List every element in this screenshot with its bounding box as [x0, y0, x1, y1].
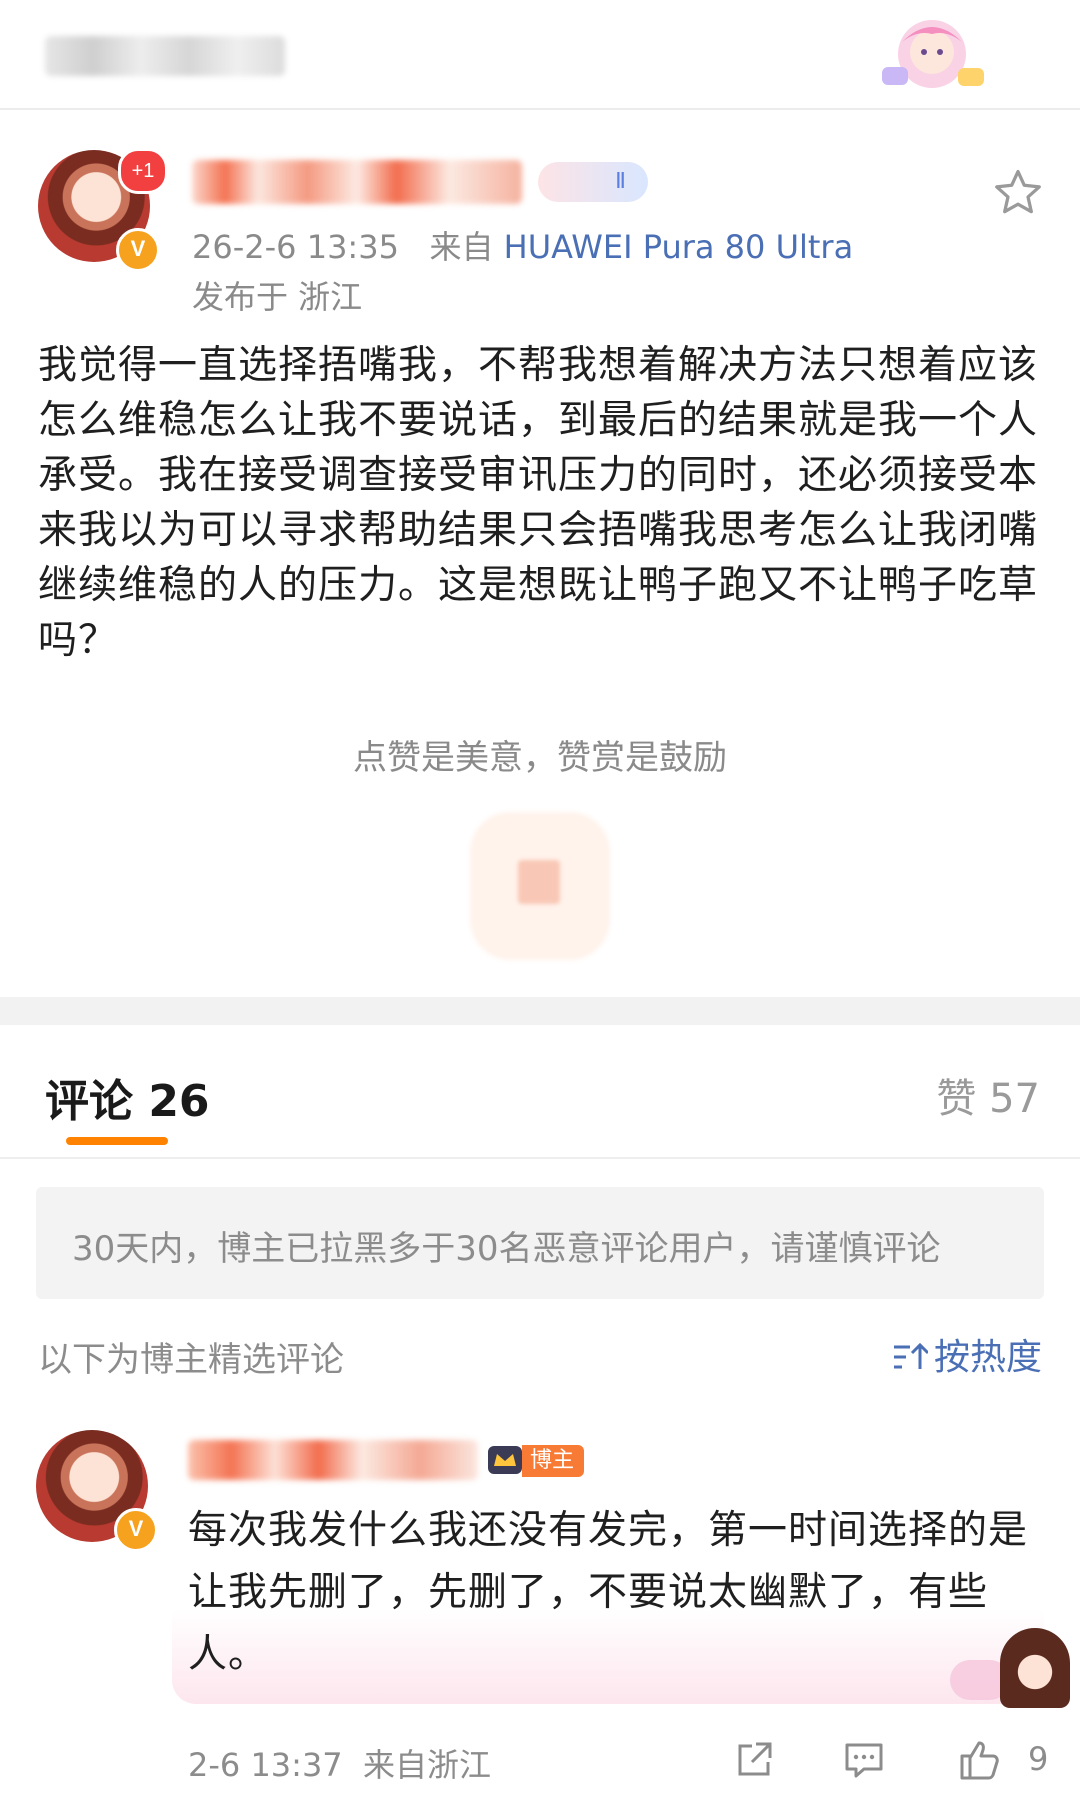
top-bar — [0, 0, 1080, 110]
sort-icon — [893, 1342, 928, 1369]
reply-icon[interactable] — [842, 1738, 886, 1782]
tab-comments[interactable]: 评论 26 — [45, 1065, 210, 1129]
share-icon[interactable] — [732, 1738, 776, 1782]
section-divider — [0, 997, 1080, 1025]
reward-prompt: 点赞是美意，赞赏是鼓励 — [353, 738, 727, 778]
author-name-blurred[interactable] — [192, 160, 522, 204]
post-time: 26-2-6 13:35 — [192, 228, 399, 266]
notification-badge: +1 — [118, 148, 168, 194]
reward-icon — [518, 860, 560, 904]
like-icon[interactable] — [958, 1738, 1002, 1782]
selected-comments-label: 以下为博主精选评论 — [38, 1340, 344, 1380]
favorite-star-icon[interactable] — [990, 165, 1046, 221]
post-text: 我觉得一直选择捂嘴我，不帮我想着解决方法只想着应该怎么维稳怎么让我不要说话，到最… — [38, 343, 1039, 663]
tab-likes[interactable]: 赞 57 — [936, 1066, 1040, 1124]
decoration-sticker — [882, 20, 984, 88]
post-location: 发布于 浙江 — [192, 278, 363, 316]
crown-icon — [488, 1446, 522, 1474]
comment-location: 来自浙江 — [363, 1746, 492, 1784]
reward-button[interactable] — [470, 812, 610, 960]
commenter-name-blurred[interactable] — [188, 1440, 478, 1480]
avatar-sticker — [1000, 1628, 1070, 1708]
blurred-title — [45, 36, 285, 76]
comment-meta: 2-6 13:37 来自浙江 — [188, 1740, 491, 1786]
verified-icon: V — [116, 228, 160, 272]
from-prefix: 来自 — [429, 228, 494, 266]
comment-time: 2-6 13:37 — [188, 1746, 343, 1784]
sort-label: 按热度 — [933, 1337, 1042, 1378]
sort-by-hot-button[interactable]: 按热度 — [892, 1328, 1042, 1380]
active-tab-indicator — [66, 1137, 168, 1145]
comment-text: 每次我发什么我还没有发完，第一时间选择的是让我先删了，先删了，不要说太幽默了，有… — [188, 1508, 1029, 1677]
tab-divider — [0, 1157, 1080, 1159]
post-meta: 26-2-6 13:35 来自 HUAWEI Pura 80 Ultra — [192, 222, 853, 268]
commenter-verified-icon: V — [114, 1508, 158, 1552]
block-notice: 30天内，博主已拉黑多于30名恶意评论用户，请谨慎评论 — [36, 1187, 1044, 1299]
notice-text: 30天内，博主已拉黑多于30名恶意评论用户，请谨慎评论 — [72, 1229, 941, 1269]
device-link[interactable]: HUAWEI Pura 80 Ultra — [504, 228, 854, 266]
like-count: 9 — [1028, 1740, 1049, 1778]
level-badge: Ⅱ — [538, 162, 648, 202]
host-tag: 博主 — [522, 1445, 585, 1477]
